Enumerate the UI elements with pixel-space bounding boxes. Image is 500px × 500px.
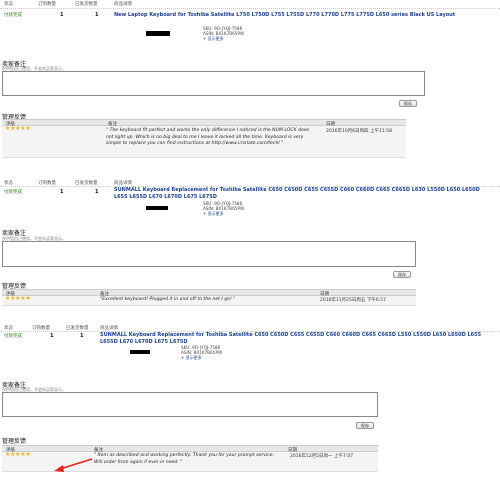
redacted-block bbox=[146, 31, 170, 36]
show-more-link[interactable]: + 显示更多 bbox=[203, 211, 224, 217]
red-arrow-icon bbox=[54, 458, 93, 472]
product-title-link[interactable]: SUNMALL Keyboard Replacement for Toshiba… bbox=[100, 332, 485, 346]
feedback-comment: " Item as described and working perfectl… bbox=[94, 453, 275, 465]
seller-note-textarea[interactable] bbox=[2, 241, 416, 267]
col-header-ordered: 订购数量 bbox=[38, 2, 56, 7]
feedback-comment: "Excellent keyboard! Plugged it in and o… bbox=[100, 297, 236, 302]
feedback-row: ★★★★★ "Excellent keyboard! Plugged it in… bbox=[2, 295, 416, 306]
col-header-details: 商品详情 bbox=[114, 2, 132, 7]
show-more-link[interactable]: + 显示更多 bbox=[203, 36, 224, 42]
star-rating-icon: ★★★★★ bbox=[5, 295, 31, 302]
qty-shipped: 1 bbox=[95, 189, 99, 195]
qty-ordered: 1 bbox=[60, 189, 64, 195]
feedback-comment: " The keyboard fit perfect and works the… bbox=[106, 128, 310, 146]
product-title-link[interactable]: New Laptop Keyboard for Toshiba Satellit… bbox=[114, 12, 464, 19]
star-rating-icon: ★★★★★ bbox=[5, 125, 31, 132]
feedback-row: ★★★★★ " The keyboard fit perfect and wor… bbox=[2, 125, 406, 158]
qty-shipped: 1 bbox=[95, 12, 99, 18]
redacted-block bbox=[146, 206, 168, 210]
order-status: 付款完成 bbox=[4, 13, 22, 18]
star-rating-icon: ★★★★★ bbox=[5, 451, 31, 458]
col-header-shipped: 已发货数量 bbox=[75, 2, 98, 7]
feedback-header: 评级 备注 日期 bbox=[2, 289, 416, 297]
feedback-date: 2016年10月6日周四 上午11:58 bbox=[326, 129, 392, 134]
qty-shipped: 1 bbox=[80, 333, 84, 339]
save-button[interactable]: 保存 bbox=[393, 271, 411, 278]
divider bbox=[0, 8, 500, 9]
qty-ordered: 1 bbox=[50, 333, 54, 339]
feedback-title: 管理反馈 bbox=[2, 438, 27, 445]
seller-note-textarea[interactable] bbox=[2, 392, 378, 417]
qty-ordered: 1 bbox=[60, 12, 64, 18]
save-button[interactable]: 保存 bbox=[356, 422, 374, 429]
feedback-date: 2016年12月5日周一 上午7:07 bbox=[290, 454, 354, 459]
col-header-status: 状态 bbox=[4, 2, 13, 7]
save-button[interactable]: 保存 bbox=[399, 100, 417, 107]
product-title-link[interactable]: SUNMALL Keyboard Replacement for Toshiba… bbox=[114, 187, 494, 201]
order-status: 付款完成 bbox=[4, 190, 22, 195]
feedback-header: 评级 备注 日期 bbox=[2, 445, 378, 453]
feedback-header: 评级 备注 日期 bbox=[2, 119, 406, 127]
redacted-block bbox=[130, 350, 150, 354]
feedback-date: 2016年11月25日周五 下午6:57 bbox=[320, 298, 386, 303]
order-status: 付款完成 bbox=[4, 334, 22, 339]
show-more-link[interactable]: + 显示更多 bbox=[181, 355, 202, 361]
seller-note-textarea[interactable] bbox=[2, 71, 425, 96]
